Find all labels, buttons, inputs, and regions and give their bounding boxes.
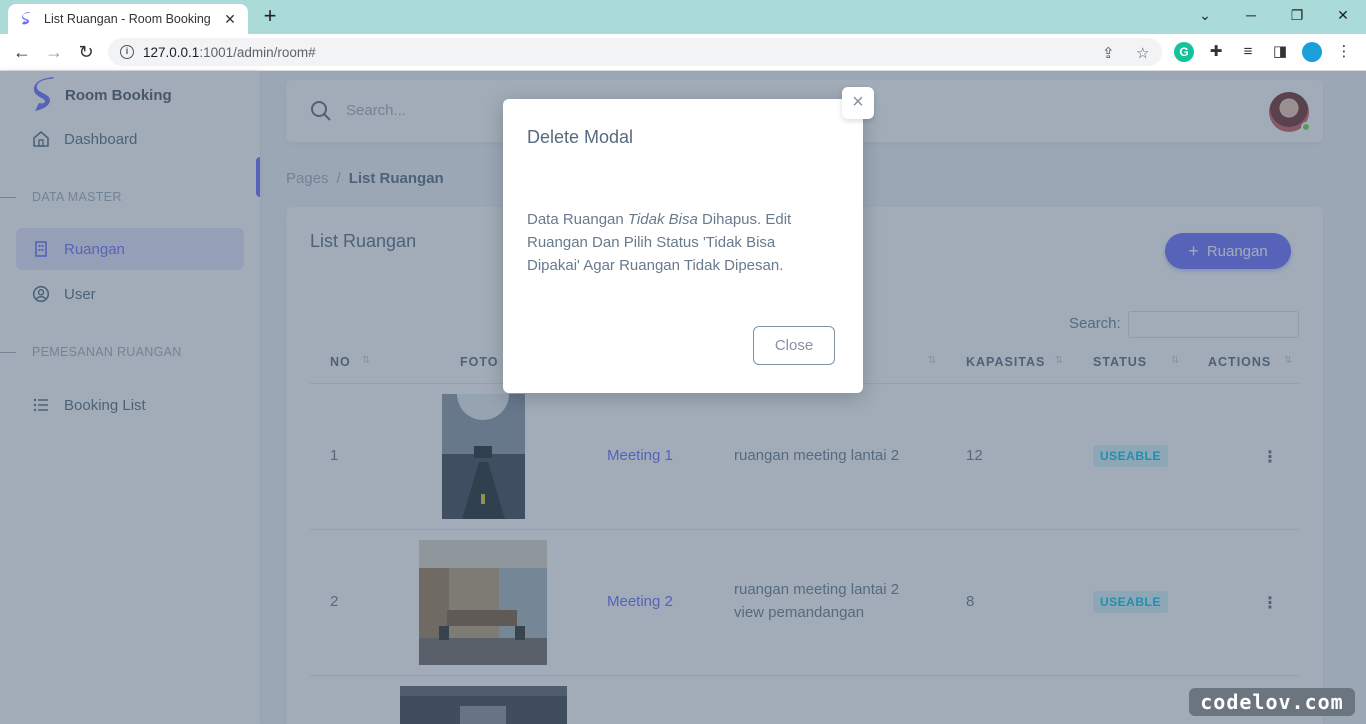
reload-icon[interactable]: ↻ (74, 40, 98, 64)
close-button[interactable]: Close (753, 326, 835, 365)
share-icon[interactable]: ⇪ (1102, 44, 1115, 62)
site-info-icon[interactable]: i (120, 45, 134, 59)
window-close-icon[interactable]: ✕ (1320, 4, 1366, 26)
bookmark-star-icon[interactable]: ☆ (1136, 44, 1149, 62)
extensions-puzzle-icon[interactable]: ✚ (1206, 42, 1226, 62)
modal-body-emphasis: Tidak Bisa (627, 211, 698, 228)
grammarly-extension-icon[interactable]: G (1174, 42, 1194, 62)
browser-menu-icon[interactable]: ⋮ (1334, 42, 1354, 62)
tab-title: List Ruangan - Room Booking (44, 12, 211, 26)
modal-body-text: Data Ruangan (527, 211, 628, 228)
url-host: 127.0.0.1 (143, 44, 200, 60)
delete-modal: Delete Modal Data Ruangan Tidak Bisa Dih… (503, 87, 874, 393)
profile-avatar-icon[interactable] (1302, 42, 1322, 62)
forward-icon[interactable]: → (42, 40, 66, 64)
tab-close-icon[interactable]: ✕ (222, 11, 238, 28)
address-bar[interactable]: i 127.0.0.1:1001/admin/room# ⇪ ☆ (108, 38, 1162, 66)
new-tab-icon[interactable]: + (258, 5, 282, 29)
url-path: :1001/admin/room# (199, 44, 316, 60)
modal-body: Data Ruangan Tidak Bisa Dihapus. Edit Ru… (527, 208, 827, 277)
reading-list-icon[interactable]: ≡ (1238, 42, 1258, 62)
app-favicon-icon (22, 12, 30, 25)
watermark: codelov.com (1189, 688, 1355, 716)
browser-tab[interactable]: List Ruangan - Room Booking ✕ (8, 4, 248, 34)
modal-title: Delete Modal (527, 127, 634, 147)
modal-close-icon[interactable]: × (842, 87, 874, 119)
browser-tabbar: List Ruangan - Room Booking ✕ + ⌄ ─ ❐ ✕ (0, 0, 1366, 34)
address-toolbar: ← → ↻ i 127.0.0.1:1001/admin/room# ⇪ ☆ G… (0, 34, 1366, 71)
minimize-icon[interactable]: ─ (1228, 4, 1274, 26)
restore-icon[interactable]: ❐ (1274, 4, 1320, 26)
back-icon[interactable]: ← (10, 40, 34, 64)
side-panel-icon[interactable]: ◨ (1270, 42, 1290, 62)
tab-search-chevron-icon[interactable]: ⌄ (1182, 4, 1228, 26)
